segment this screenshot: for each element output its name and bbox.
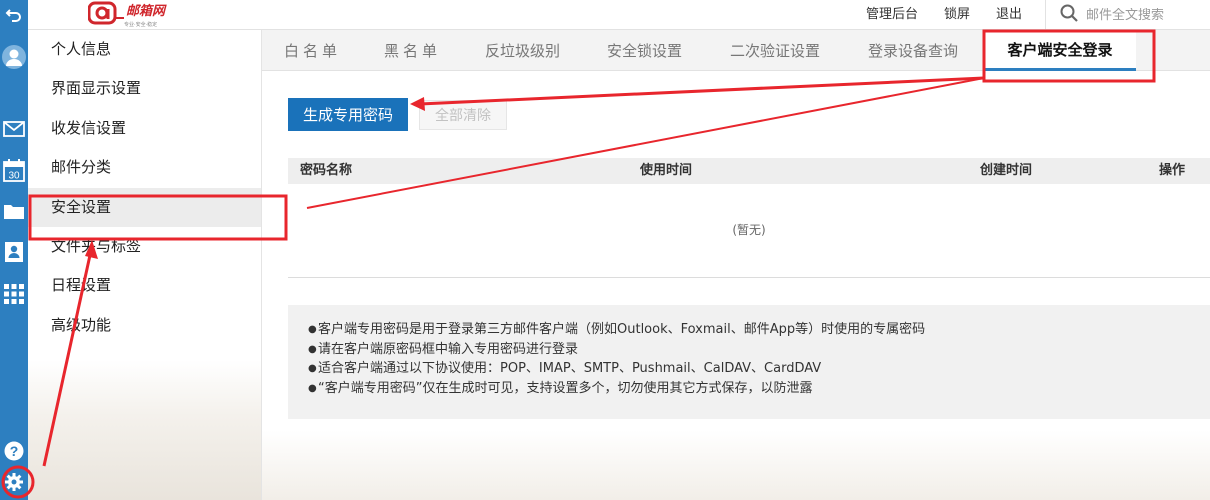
calendar-day: 30 xyxy=(8,171,20,182)
calendar-icon[interactable]: 30 xyxy=(0,157,28,183)
password-table: 密码名称 使用时间 创建时间 操作 (暂无) xyxy=(288,158,1210,278)
logo-text: 邮箱网 xyxy=(126,3,167,19)
logo[interactable]: 邮箱网 专业·安全·稳定 xyxy=(87,0,188,30)
header-links: 管理后台 锁屏 退出 xyxy=(853,0,1210,30)
avatar-icon[interactable] xyxy=(0,42,28,72)
search-icon[interactable] xyxy=(1060,4,1078,26)
icon-rail: 30 ? xyxy=(0,0,28,500)
note-item: ●“客户端专用密码”仅在生成时可见，支持设置多个，切勿使用其它方式保存，以防泄露 xyxy=(308,380,813,396)
empty-state-text: (暂无) xyxy=(732,223,766,237)
apps-icon[interactable] xyxy=(0,282,28,306)
note-item: ●客户端专用密码是用于登录第三方邮件客户端（例如Outlook、Foxmail、… xyxy=(308,322,926,337)
settings-sidebar: 个人信息 界面显示设置 收发信设置 邮件分类 安全设置 文件夹与标签 日程设置 … xyxy=(28,30,262,500)
sidebar-item-security[interactable]: 安全设置 xyxy=(28,187,261,227)
sidebar-item-calendar[interactable]: 日程设置 xyxy=(28,266,261,305)
main-background xyxy=(262,430,1210,500)
sidebar-item-send-receive[interactable]: 收发信设置 xyxy=(28,109,261,148)
search-input[interactable] xyxy=(1086,7,1186,23)
tab-anti-spam[interactable]: 反垃圾级别 xyxy=(485,30,560,71)
folder-icon[interactable] xyxy=(0,200,28,222)
table-body: (暂无) xyxy=(288,184,1210,278)
column-used-time: 使用时间 xyxy=(640,163,693,178)
tab-whitelist[interactable]: 白名单 xyxy=(284,30,341,71)
note-item: ●请在客户端原密码框中输入专用密码进行登录 xyxy=(308,341,579,357)
tab-security-lock[interactable]: 安全锁设置 xyxy=(607,30,682,71)
search-box xyxy=(1045,0,1210,30)
mail-icon[interactable] xyxy=(0,118,28,140)
note-item: ●适合客户端通过以下协议使用：POP、IMAP、SMTP、Pushmail、Ca… xyxy=(308,361,822,377)
tab-blacklist[interactable]: 黑名单 xyxy=(384,30,441,71)
sidebar-item-profile[interactable]: 个人信息 xyxy=(28,30,261,69)
clear-all-button[interactable]: 全部清除 xyxy=(419,100,507,130)
sidebar-item-folders-labels[interactable]: 文件夹与标签 xyxy=(28,227,261,266)
logout-link[interactable]: 退出 xyxy=(983,0,1035,30)
top-header: 邮箱网 专业·安全·稳定 管理后台 锁屏 退出 xyxy=(28,0,1210,30)
tab-client-secure-login[interactable]: 客户端安全登录 xyxy=(984,30,1136,71)
main-content: 白名单 黑名单 反垃圾级别 安全锁设置 二次验证设置 登录设备查询 客户端安全登… xyxy=(262,30,1210,500)
column-password-name: 密码名称 xyxy=(300,163,353,178)
back-icon[interactable] xyxy=(0,2,28,26)
tab-two-factor[interactable]: 二次验证设置 xyxy=(730,30,820,71)
settings-icon[interactable] xyxy=(0,470,28,494)
security-tabs: 白名单 黑名单 反垃圾级别 安全锁设置 二次验证设置 登录设备查询 客户端安全登… xyxy=(262,30,1210,71)
lock-screen-link[interactable]: 锁屏 xyxy=(931,0,983,30)
table-header: 密码名称 使用时间 创建时间 操作 xyxy=(288,158,1210,184)
column-actions: 操作 xyxy=(1159,163,1186,178)
sidebar-item-advanced[interactable]: 高级功能 xyxy=(28,306,261,345)
generate-password-button[interactable]: 生成专用密码 xyxy=(288,98,408,131)
contacts-icon[interactable] xyxy=(0,240,28,264)
logo-tagline: 专业·安全·稳定 xyxy=(124,21,157,28)
help-icon[interactable]: ? xyxy=(0,440,28,462)
column-created-time: 创建时间 xyxy=(980,163,1033,178)
sidebar-item-display[interactable]: 界面显示设置 xyxy=(28,69,261,108)
sidebar-background xyxy=(28,360,261,500)
svg-text:?: ? xyxy=(10,443,19,459)
admin-link[interactable]: 管理后台 xyxy=(853,0,931,30)
tab-login-devices[interactable]: 登录设备查询 xyxy=(868,30,958,71)
info-notes: ●客户端专用密码是用于登录第三方邮件客户端（例如Outlook、Foxmail、… xyxy=(288,305,1210,419)
sidebar-item-mail-category[interactable]: 邮件分类 xyxy=(28,148,261,187)
